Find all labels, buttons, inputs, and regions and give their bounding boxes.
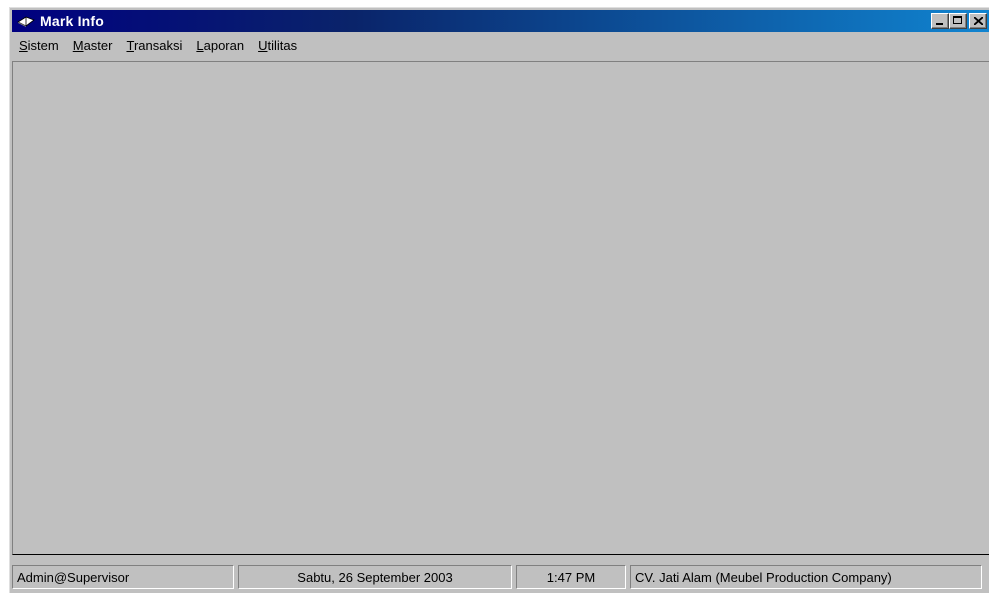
status-time-panel: 1:47 PM [516, 565, 626, 589]
status-date-panel: Sabtu, 26 September 2003 [238, 565, 512, 589]
menu-bar: Sistem Master Transaksi Laporan Utilitas [12, 35, 304, 57]
title-bar[interactable]: Mark Info [12, 10, 989, 32]
window-title: Mark Info [40, 13, 105, 29]
close-button[interactable] [969, 13, 987, 29]
close-icon [974, 17, 983, 25]
minimize-icon [936, 23, 943, 25]
title-buttons [931, 13, 987, 29]
status-user-panel: Admin@Supervisor [12, 565, 234, 589]
status-bar: Admin@Supervisor Sabtu, 26 September 200… [12, 565, 989, 591]
mdi-client-area[interactable] [12, 61, 989, 555]
menu-transaksi[interactable]: Transaksi [119, 36, 189, 56]
maximize-icon [953, 16, 962, 24]
status-company-panel: CV. Jati Alam (Meubel Production Company… [630, 565, 982, 589]
menu-sistem[interactable]: Sistem [12, 36, 66, 56]
menu-utilitas[interactable]: Utilitas [251, 36, 304, 56]
open-book-icon[interactable] [16, 13, 36, 29]
minimize-button[interactable] [931, 13, 949, 29]
menu-laporan[interactable]: Laporan [189, 36, 251, 56]
app-window: Mark Info Sistem Master Transaksi Lapora… [9, 7, 989, 593]
menu-master[interactable]: Master [66, 36, 120, 56]
maximize-button[interactable] [949, 13, 967, 29]
